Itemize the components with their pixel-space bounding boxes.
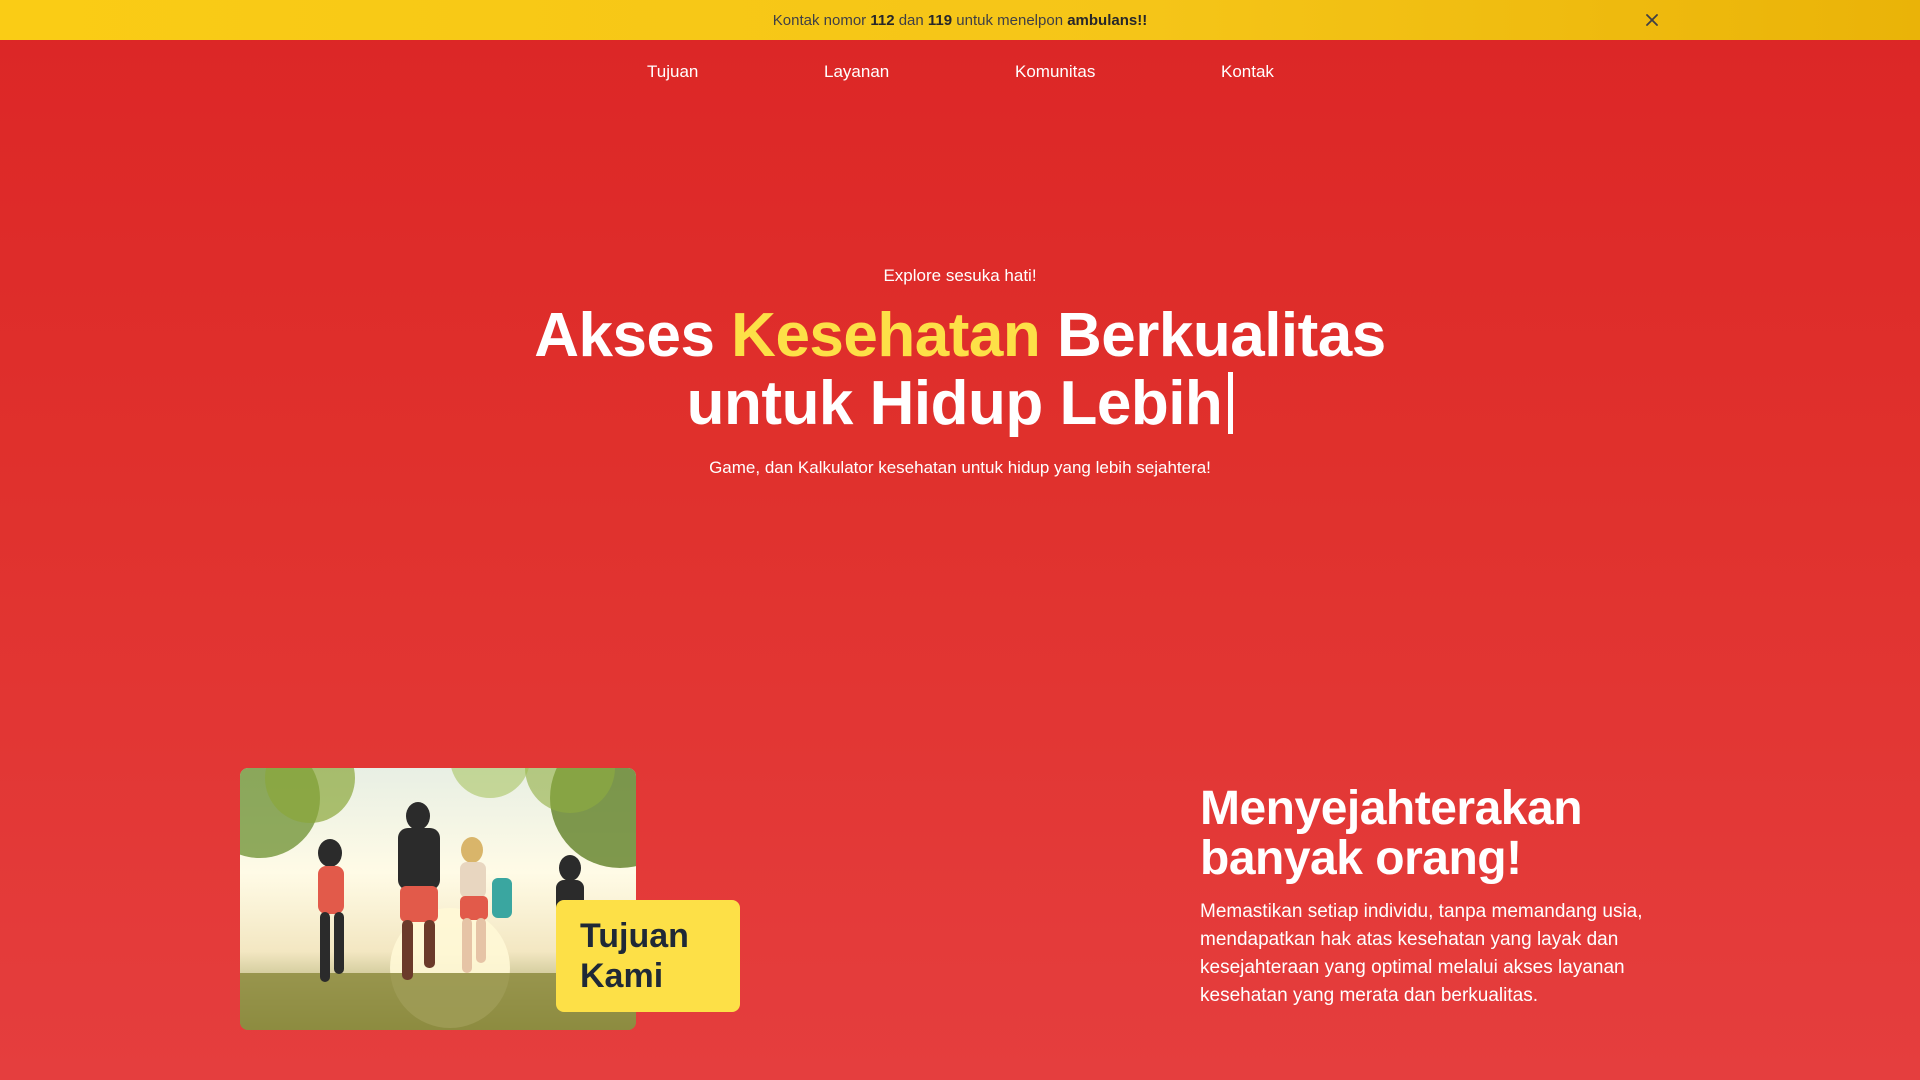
goal-title-line: banyak orang!: [1200, 832, 1522, 885]
hero-title-part: Akses: [534, 301, 732, 370]
hero-title: Akses Kesehatan Berkualitas untuk Hidup …: [0, 302, 1920, 438]
nav-link-komunitas[interactable]: Komunitas: [1015, 62, 1095, 82]
banner-text-part: dan: [894, 11, 928, 29]
emergency-number-112: 112: [870, 11, 895, 29]
banner-text-part: Kontak nomor: [772, 11, 871, 29]
banner-emphasis: ambulans!!: [1067, 11, 1148, 29]
goal-title-line: Menyejahterakan: [1200, 782, 1583, 835]
banner-text: Kontak nomor 112 dan 119 untuk menelpon …: [773, 12, 1147, 29]
hero-title-line2: untuk Hidup Lebih: [686, 369, 1223, 438]
nav-link-layanan[interactable]: Layanan: [824, 62, 889, 82]
close-banner-button[interactable]: [1642, 10, 1662, 30]
goal-description: Memastikan setiap individu, tanpa memand…: [1200, 901, 1643, 1006]
hero-title-accent: Kesehatan: [731, 301, 1041, 370]
close-icon: [1646, 14, 1658, 26]
hero-subtitle: Game, dan Kalkulator kesehatan untuk hid…: [709, 458, 1211, 477]
typing-cursor: [1228, 372, 1234, 434]
goal-tag: Tujuan Kami: [556, 900, 740, 1012]
emergency-number-119: 119: [927, 11, 953, 29]
hero-kicker: Explore sesuka hati!: [883, 266, 1037, 285]
banner-text-part: untuk menelpon: [952, 11, 1068, 29]
announcement-banner: Kontak nomor 112 dan 119 untuk menelpon …: [0, 0, 1920, 40]
nav-link-kontak[interactable]: Kontak: [1221, 62, 1274, 82]
goal-tag-line: Tujuan: [580, 917, 689, 955]
goal-title: Menyejahterakan banyak orang!: [1200, 784, 1720, 884]
goal-tag-line: Kami: [580, 957, 664, 995]
nav-link-tujuan[interactable]: Tujuan: [647, 62, 698, 82]
hero-title-part: Berkualitas: [1040, 301, 1386, 370]
